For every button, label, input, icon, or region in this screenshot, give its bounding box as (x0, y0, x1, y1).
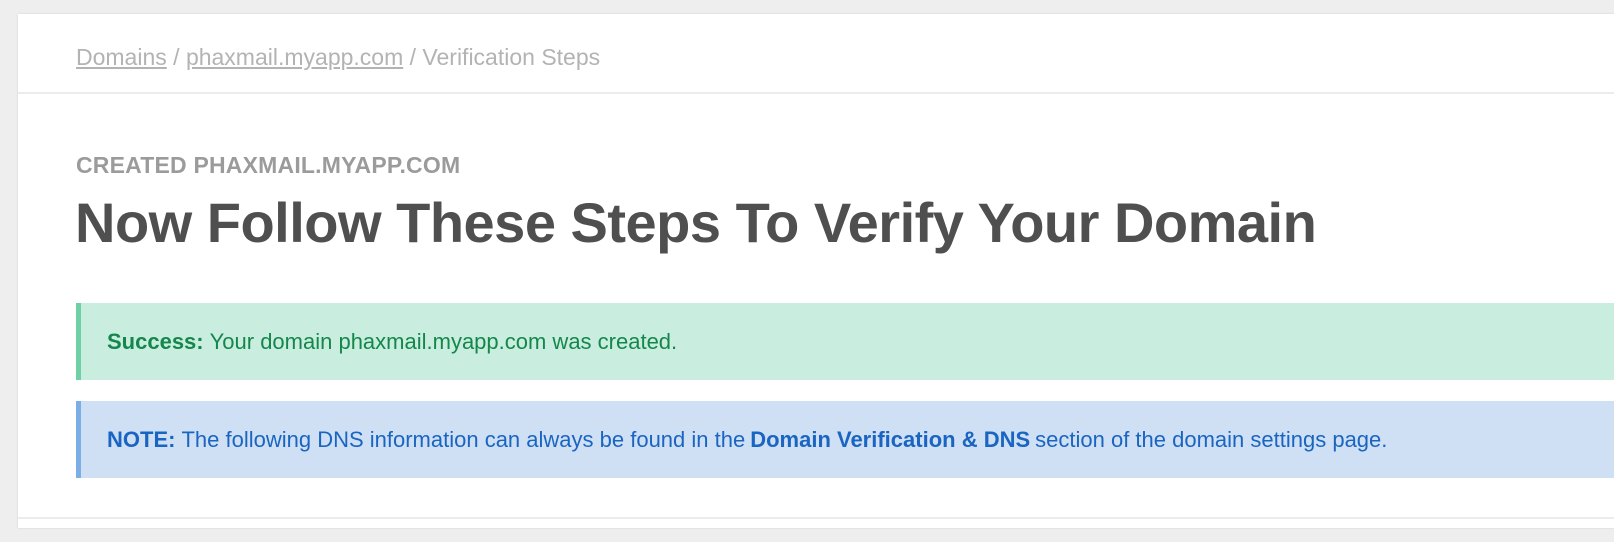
note-alert-label: NOTE: (107, 426, 176, 452)
breadcrumb-separator: / (173, 44, 186, 70)
breadcrumb: Domains / phaxmail.myapp.com / Verificat… (76, 44, 600, 71)
note-alert-message-after: section of the domain settings page. (1035, 426, 1388, 452)
success-alert-label: Success: (107, 328, 204, 354)
success-alert-message: Your domain phaxmail.myapp.com was creat… (209, 328, 678, 354)
page-eyebrow: CREATED PHAXMAIL.MYAPP.COM (76, 152, 461, 178)
footer-divider (18, 517, 1614, 519)
note-alert-message-before: The following DNS information can always… (181, 426, 746, 452)
breadcrumb-separator: / (409, 44, 423, 70)
note-alert: NOTE: The following DNS information can … (76, 401, 1614, 478)
breadcrumb-link-domains[interactable]: Domains (76, 44, 167, 70)
breadcrumb-current: Verification Steps (422, 44, 601, 70)
success-alert: Success: Your domain phaxmail.myapp.com … (76, 303, 1614, 380)
note-alert-section-name: Domain Verification & DNS (750, 426, 1031, 452)
content-panel: Domains / phaxmail.myapp.com / Verificat… (18, 14, 1614, 528)
page-title: Now Follow These Steps To Verify Your Do… (75, 191, 1317, 254)
breadcrumb-link-domain[interactable]: phaxmail.myapp.com (186, 44, 403, 70)
header-divider (18, 92, 1614, 94)
